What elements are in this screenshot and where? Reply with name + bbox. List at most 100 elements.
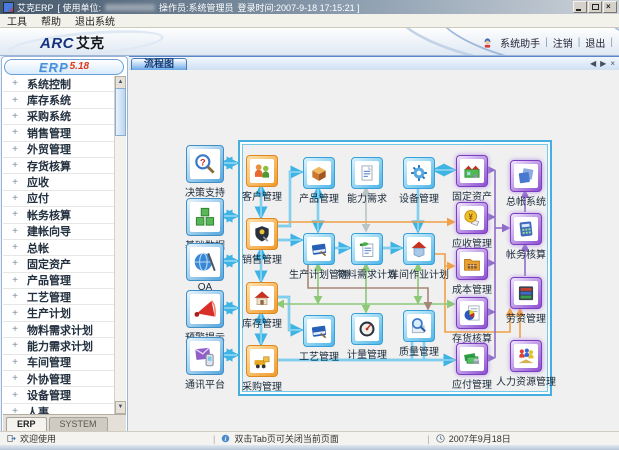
sidebar-item-label: 库存系统	[27, 92, 71, 108]
sidebar-item-14[interactable]: +生产计划	[3, 305, 115, 321]
node-account-accounting[interactable]	[510, 213, 542, 245]
node-cost-mgmt[interactable]	[456, 248, 488, 280]
banner-link-1[interactable]: 注销	[548, 35, 578, 50]
sidebar-item-label: 系统控制	[27, 76, 71, 92]
sidebar-item-10[interactable]: +总帐	[3, 240, 115, 256]
node-stock-accounting[interactable]	[456, 297, 488, 329]
expander-plus-icon[interactable]: +	[3, 373, 27, 384]
node-payroll-mgmt[interactable]	[510, 277, 542, 309]
node-equipment-mgmt[interactable]	[403, 157, 435, 189]
node-quality-mgmt[interactable]	[403, 310, 435, 342]
node-capacity-req[interactable]	[351, 157, 383, 189]
sidebar-item-19[interactable]: +设备管理	[3, 387, 115, 403]
expander-plus-icon[interactable]: +	[3, 324, 27, 335]
node-fixed-assets[interactable]	[456, 155, 488, 187]
expander-plus-icon[interactable]: +	[3, 144, 27, 155]
expander-plus-icon[interactable]: +	[3, 111, 27, 122]
expander-plus-icon[interactable]: +	[3, 193, 27, 204]
minimize-button[interactable]	[573, 1, 587, 13]
expander-plus-icon[interactable]: +	[3, 160, 27, 171]
expander-plus-icon[interactable]: +	[3, 390, 27, 401]
node-decision-support[interactable]	[186, 145, 224, 183]
node-base-data[interactable]	[186, 198, 224, 236]
sidebar-item-12[interactable]: +产品管理	[3, 273, 115, 289]
sidebar-scrollbar[interactable]: ▲ ▼	[114, 76, 126, 414]
sidebar-item-11[interactable]: +固定资产	[3, 256, 115, 272]
sidebar-item-label: 能力需求计划	[27, 338, 93, 354]
expander-plus-icon[interactable]: +	[3, 340, 27, 351]
expander-plus-icon[interactable]: +	[3, 275, 27, 286]
sidebar-item-2[interactable]: +采购系统	[3, 109, 115, 125]
sidebar-item-0[interactable]: +系统控制	[3, 76, 115, 92]
node-mrp[interactable]	[351, 233, 383, 265]
expander-plus-icon[interactable]: +	[3, 226, 27, 237]
tab-nav-controls: ◀ ▶ ×	[590, 59, 615, 68]
banner-link-2[interactable]: 退出	[580, 35, 610, 50]
expander-plus-icon[interactable]: +	[3, 78, 27, 89]
node-production-plan[interactable]	[303, 233, 335, 265]
expander-plus-icon[interactable]: +	[3, 95, 27, 106]
node-receivables[interactable]	[456, 202, 488, 234]
house-icon	[250, 286, 274, 310]
node-comm-platform[interactable]	[186, 337, 224, 375]
expander-plus-icon[interactable]: +	[3, 258, 27, 269]
banner-link-0[interactable]: 系统助手	[495, 35, 545, 50]
expander-plus-icon[interactable]: +	[3, 242, 27, 253]
sidebar-item-7[interactable]: +应付	[3, 191, 115, 207]
sidebar-item-20[interactable]: +人事	[3, 404, 115, 414]
sidebar-item-6[interactable]: +应收	[3, 174, 115, 190]
node-oa[interactable]	[186, 243, 224, 281]
node-alert[interactable]	[186, 290, 224, 328]
sidebar-item-1[interactable]: +库存系统	[3, 92, 115, 108]
sidebar-item-4[interactable]: +外贸管理	[3, 142, 115, 158]
sidebar-item-3[interactable]: +销售管理	[3, 125, 115, 141]
scroll-down-button[interactable]: ▼	[115, 401, 126, 414]
close-button[interactable]: ×	[603, 1, 617, 13]
tab-next-icon[interactable]: ▶	[600, 59, 606, 68]
expander-plus-icon[interactable]: +	[3, 308, 27, 319]
restore-button[interactable]	[588, 1, 602, 13]
hr-icon	[514, 344, 538, 368]
menu-item-0[interactable]: 工具	[0, 13, 34, 28]
node-purchase-mgmt[interactable]	[246, 345, 278, 377]
sidebar-item-label: 应收	[27, 174, 49, 190]
menu-item-2[interactable]: 退出系统	[68, 13, 122, 28]
expander-plus-icon[interactable]: +	[3, 357, 27, 368]
node-measurement-mgmt[interactable]	[351, 313, 383, 345]
scrollbar-thumb[interactable]	[115, 88, 126, 136]
node-inventory-mgmt[interactable]	[246, 282, 278, 314]
node-hr-mgmt[interactable]	[510, 340, 542, 372]
node-general-ledger[interactable]	[510, 160, 542, 192]
gear-icon	[407, 161, 431, 185]
doc2-icon	[355, 237, 379, 261]
node-sales-mgmt[interactable]	[246, 218, 278, 250]
sidebar-item-8[interactable]: +帐务核算	[3, 207, 115, 223]
sidebar-item-label: 产品管理	[27, 272, 71, 288]
sidebar-item-5[interactable]: +存货核算	[3, 158, 115, 174]
sidebar-tab-erp[interactable]: ERP	[6, 417, 47, 431]
node-customer-mgmt[interactable]	[246, 155, 278, 187]
sidebar-item-16[interactable]: +能力需求计划	[3, 338, 115, 354]
expander-plus-icon[interactable]: +	[3, 209, 27, 220]
node-process-mgmt[interactable]	[303, 315, 335, 347]
tab-close-icon[interactable]: ×	[610, 59, 615, 68]
node-payables[interactable]	[456, 343, 488, 375]
expander-plus-icon[interactable]: +	[3, 127, 27, 138]
expander-plus-icon[interactable]: +	[3, 291, 27, 302]
node-shopfloor-plan[interactable]	[403, 233, 435, 265]
sidebar-item-label: 工艺管理	[27, 289, 71, 305]
brand-logo-cn: 艾克	[76, 35, 104, 51]
sidebar-tab-system[interactable]: SYSTEM	[49, 417, 108, 431]
menu-item-1[interactable]: 帮助	[34, 13, 68, 28]
node-product-mgmt[interactable]	[303, 157, 335, 189]
sidebar-item-13[interactable]: +工艺管理	[3, 289, 115, 305]
sidebar-item-17[interactable]: +车间管理	[3, 355, 115, 371]
main-content: 流程图 ◀ ▶ × 决策支持基础数据OA预警提示通讯平台客户管理销售管理库存管理…	[129, 56, 619, 432]
sidebar-item-15[interactable]: +物料需求计划	[3, 322, 115, 338]
sidebar-item-18[interactable]: +外协管理	[3, 371, 115, 387]
title-bar: 艾克ERP [ 使用单位: 操作员:系统管理员 登录时间:2007-9-18 1…	[0, 0, 619, 14]
expander-plus-icon[interactable]: +	[3, 177, 27, 188]
sidebar-item-9[interactable]: +建帐向导	[3, 224, 115, 240]
tab-prev-icon[interactable]: ◀	[590, 59, 596, 68]
expander-plus-icon[interactable]: +	[3, 406, 27, 414]
